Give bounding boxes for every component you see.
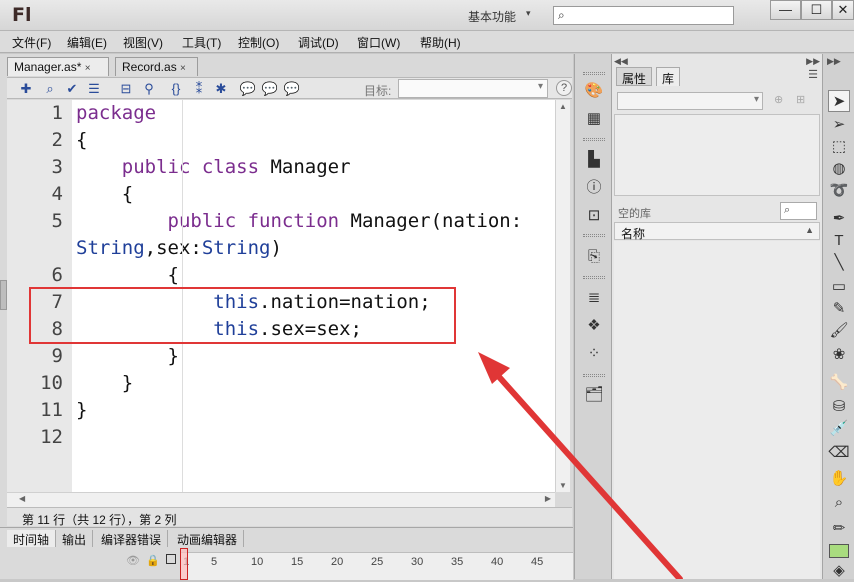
annotation-arrow	[478, 352, 683, 579]
